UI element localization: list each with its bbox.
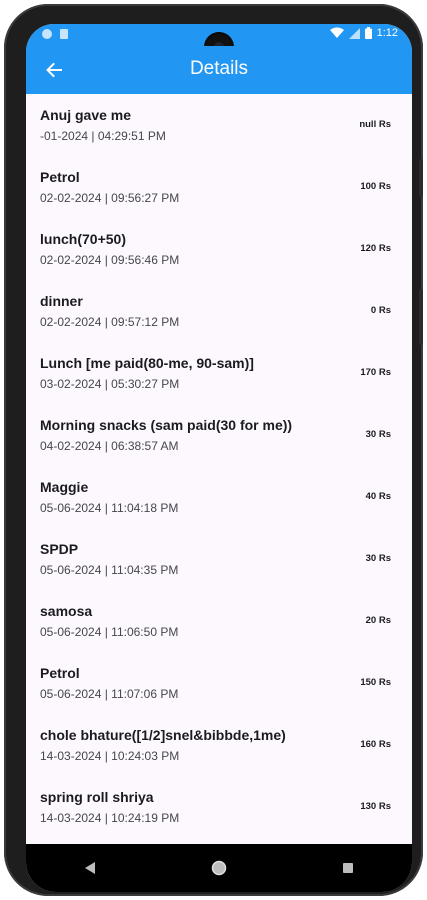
transaction-datetime: -01-2024 | 04:29:51 PM (40, 129, 166, 143)
nav-home-button[interactable] (199, 848, 239, 888)
transaction-datetime: 14-03-2024 | 10:24:03 PM (40, 749, 180, 763)
transaction-datetime: 02-02-2024 | 09:57:12 PM (40, 315, 180, 329)
transaction-item[interactable]: Lunch [me paid(80-me, 90-sam)] 03-02-2024… (26, 342, 412, 404)
transaction-amount: 0 Rs (370, 305, 391, 316)
transaction-amount: 30 Rs (365, 553, 391, 564)
screen: 1:12 Details Anuj gave me -01-2024 | 04:2… (26, 24, 412, 892)
transaction-datetime: 05-06-2024 | 11:04:35 PM (40, 563, 179, 577)
transaction-amount: 20 Rs (365, 615, 391, 626)
nav-back-button[interactable] (70, 848, 110, 888)
transaction-datetime: 05-06-2024 | 11:07:06 PM (40, 687, 179, 701)
transaction-item[interactable]: samosa 05-06-2024 | 11:06:50 PM 20 Rs (26, 590, 412, 652)
transaction-title: dinner (40, 293, 83, 309)
transaction-amount: 150 Rs (360, 677, 391, 688)
transaction-title: chole bhature([1/2]snel&bibbde,1me) (40, 727, 286, 743)
transaction-title: Lunch [me paid(80-me, 90-sam)] (40, 355, 254, 371)
transaction-title: lunch(70+50) (40, 231, 126, 247)
transaction-amount: 170 Rs (360, 367, 391, 378)
wifi-icon (329, 27, 344, 38)
transaction-datetime: 14-03-2024 | 10:24:19 PM (40, 811, 180, 825)
transaction-item[interactable]: Anuj gave me -01-2024 | 04:29:51 PM null R… (26, 94, 412, 156)
transaction-amount: 40 Rs (365, 491, 391, 502)
app-bar: Details (26, 46, 412, 94)
transaction-amount: 160 Rs (360, 739, 391, 750)
phone-frame: 1:12 Details Anuj gave me -01-2024 | 04:2… (4, 4, 423, 896)
transaction-item[interactable]: Petrol 02-02-2024 | 09:56:27 PM 100 Rs (26, 156, 412, 218)
back-triangle-icon (85, 862, 96, 874)
transaction-title: SPDP (40, 541, 79, 557)
transaction-item[interactable]: SPDP 05-06-2024 | 11:04:35 PM 30 Rs (26, 528, 412, 590)
transaction-amount: null Rs (359, 119, 391, 130)
transaction-amount: 120 Rs (360, 243, 391, 254)
transaction-title: Petrol (40, 169, 80, 185)
transaction-item[interactable]: spring roll shriya 14-03-2024 | 10:24:19 … (26, 776, 412, 838)
transaction-item[interactable]: Maggie 05-06-2024 | 11:04:18 PM 40 Rs (26, 466, 412, 528)
transaction-title: Morning snacks (sam paid(30 for me)) (40, 417, 293, 433)
transaction-datetime: 05-06-2024 | 11:04:18 PM (40, 501, 179, 515)
power-button (419, 289, 423, 345)
transaction-title: samosa (40, 603, 93, 619)
transaction-item[interactable]: chole bhature([1/2]snel&bibbde,1me) 14-03… (26, 714, 412, 776)
transaction-title: Maggie (40, 479, 89, 495)
system-nav-bar (26, 844, 412, 892)
signal-icon (348, 27, 360, 39)
transaction-title: Anuj gave me (40, 107, 132, 123)
transaction-item[interactable]: Petrol 05-06-2024 | 11:07:06 PM 150 Rs (26, 652, 412, 714)
volume-button (419, 159, 423, 197)
page-title: Details (189, 58, 249, 79)
transaction-amount: 30 Rs (365, 429, 391, 440)
transaction-item[interactable]: dinner 02-02-2024 | 09:57:12 PM 0 Rs (26, 280, 412, 342)
transaction-list: Anuj gave me -01-2024 | 04:29:51 PM null R… (26, 94, 412, 838)
transaction-datetime: 02-02-2024 | 09:56:46 PM (40, 253, 180, 267)
nav-recents-button[interactable] (328, 848, 368, 888)
sim-card-icon (60, 29, 68, 39)
transaction-datetime: 05-06-2024 | 11:06:50 PM (40, 625, 179, 639)
battery-icon (364, 27, 372, 39)
transaction-amount: 130 Rs (360, 801, 391, 812)
transaction-datetime: 03-02-2024 | 05:30:27 PM (40, 377, 180, 391)
transaction-title: spring roll shriya (40, 789, 154, 805)
transaction-datetime: 04-02-2024 | 06:38:57 AM (40, 439, 179, 453)
transaction-title: Petrol (40, 665, 80, 681)
recents-square-icon (342, 863, 353, 873)
home-circle-icon (211, 860, 227, 876)
notification-dot-icon (42, 29, 52, 39)
transaction-datetime: 02-02-2024 | 09:56:27 PM (40, 191, 180, 205)
transaction-item[interactable]: Morning snacks (sam paid(30 for me)) 04-0… (26, 404, 412, 466)
transaction-item[interactable]: lunch(70+50) 02-02-2024 | 09:56:46 PM 120 … (26, 218, 412, 280)
status-time: 1:12 (376, 27, 398, 39)
transaction-amount: 100 Rs (360, 181, 391, 192)
